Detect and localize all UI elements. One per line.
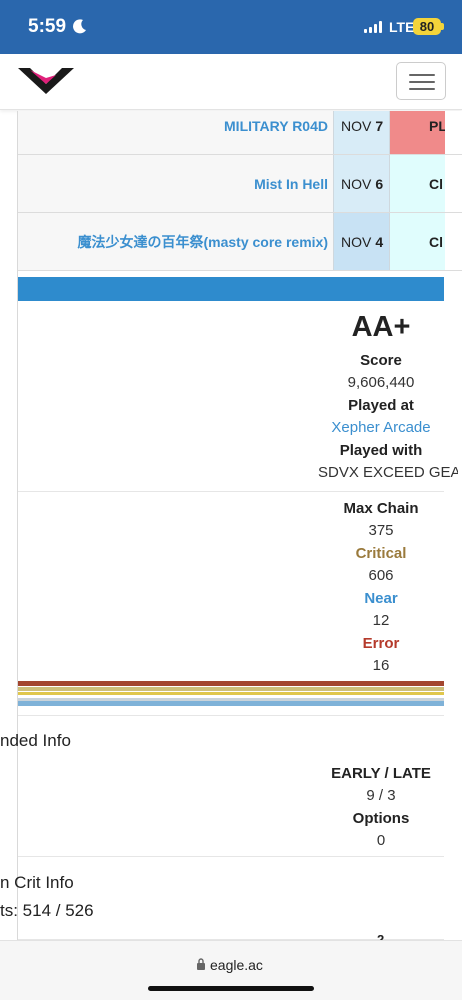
url-text: eagle.ac [210, 957, 263, 973]
critical-label: Critical [355, 545, 407, 562]
error-stripe [18, 681, 444, 686]
divider [18, 856, 444, 857]
played-at-link[interactable]: Xepher Arcade [318, 419, 444, 436]
error-label: Error [362, 635, 400, 652]
early-late-label: EARLY / LATE [331, 765, 431, 782]
extended-info-title: nded Info [0, 731, 71, 750]
date-cell: NOV 4 [333, 213, 389, 270]
near-value: 12 [372, 612, 390, 629]
crit-info-subtitle: ts: 514 / 526 [0, 901, 94, 920]
battery-tip [441, 23, 444, 30]
extended-info-panel: EARLY / LATE 9 / 3 Options 0 [18, 761, 444, 856]
network-label: LTE [389, 19, 415, 35]
max-chain-value: 375 [368, 522, 394, 539]
score-value: 9,606,440 [347, 374, 415, 391]
played-with-label: Played with [339, 442, 423, 459]
table-row[interactable]: Mist In Hell NOV 6 Cl [18, 155, 462, 213]
clear-status-cell: Cl [389, 213, 445, 270]
error-value: 16 [372, 657, 390, 674]
home-indicator [148, 986, 314, 991]
song-title-link[interactable]: 魔法少女達の百年祭(masty core remix) [77, 213, 328, 270]
crit-info-title: n Crit Info [0, 873, 74, 892]
options-label: Options [352, 810, 410, 827]
divider [18, 715, 444, 716]
status-time: 5:59 [28, 16, 67, 37]
options-value: 0 [376, 832, 386, 849]
hamburger-icon[interactable] [396, 62, 446, 100]
status-bar: 5:59 LTE 80 [0, 0, 462, 54]
gold-stripe [18, 692, 444, 695]
near-stripe [18, 701, 444, 706]
table-row[interactable]: 魔法少女達の百年祭(masty core remix) NOV 4 Cl [18, 213, 462, 271]
detail-header-bar [18, 277, 444, 301]
critical-stripe [18, 687, 444, 691]
played-at-label: Played at [348, 397, 414, 414]
signal-icon [364, 21, 382, 33]
navbar [0, 54, 462, 110]
max-chain-label: Max Chain [343, 500, 419, 517]
clear-status-cell: PL [389, 111, 445, 154]
score-detail-panel: AA+ Score 9,606,440 Played at Xepher Arc… [18, 301, 458, 491]
lock-icon [197, 958, 205, 970]
critical-value: 606 [368, 567, 394, 584]
song-title-link[interactable]: Mist In Hell [254, 155, 328, 212]
date-cell: NOV 7 [333, 111, 389, 154]
moon-icon [73, 19, 86, 34]
url-bar[interactable]: eagle.ac [0, 940, 462, 1000]
date-cell: NOV 6 [333, 155, 389, 212]
near-label: Near [364, 590, 398, 607]
grade-text: AA+ [351, 311, 411, 343]
table-row[interactable]: MILITARY R04D NOV7 PL [18, 111, 462, 155]
battery-icon: 80 [413, 18, 441, 35]
judgement-panel: Max Chain 375 Critical 606 Near 12 Error… [18, 492, 444, 677]
clear-status-cell: Cl [389, 155, 445, 212]
song-title-link[interactable]: MILITARY R04D [224, 111, 328, 154]
early-late-value: 9 / 3 [366, 787, 396, 804]
score-content: MILITARY R04D NOV7 PL Mist In Hell NOV6 … [0, 111, 462, 940]
score-label: Score [360, 352, 402, 369]
played-with-value: SDVX EXCEED GEAR [318, 464, 458, 481]
eagle-logo[interactable] [16, 64, 76, 96]
